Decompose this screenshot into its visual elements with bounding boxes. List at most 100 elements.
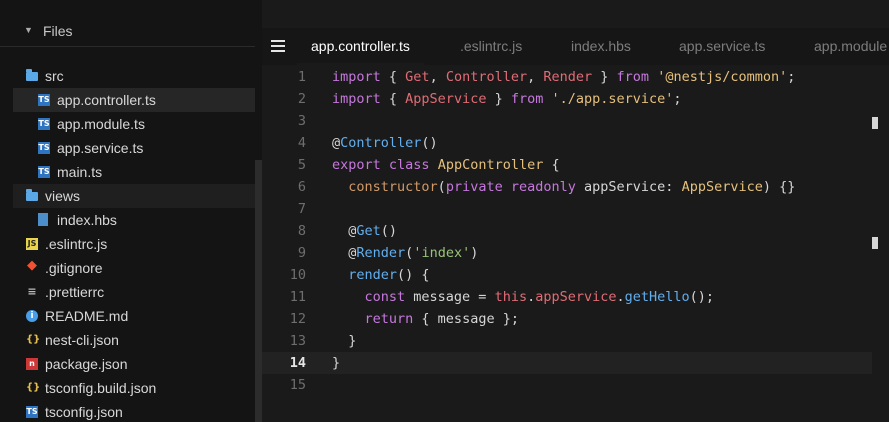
code-token: readonly: [510, 179, 576, 195]
file-explorer-sidebar: ▼ Files src TS app.controller.ts TS app.modu…: [0, 0, 262, 422]
js-file-icon: JS: [26, 238, 38, 250]
tree-item-label: .prettierrc: [45, 284, 105, 300]
ts-file-icon: TS: [26, 406, 38, 418]
code-line[interactable]: 15: [262, 374, 872, 396]
line-source: return { message };: [332, 308, 519, 330]
scrollbar-marker: [872, 237, 878, 249]
line-source: render() {: [332, 264, 429, 286]
code-token: '@nestjs/common': [657, 69, 788, 85]
code-line[interactable]: 8 @Get(): [262, 220, 872, 242]
tree-item-prettierrc[interactable]: ≡ .prettierrc: [13, 280, 255, 304]
code-token: Get: [405, 69, 430, 85]
code-token: import: [332, 69, 381, 85]
tree-item-nest-cli-json[interactable]: {} nest-cli.json: [13, 328, 255, 352]
tree-item-package-json[interactable]: n package.json: [13, 352, 255, 376]
files-section-header[interactable]: ▼ Files: [0, 20, 255, 47]
code-token: Controller: [445, 69, 528, 85]
code-token: { message };: [413, 311, 519, 327]
code-line[interactable]: 5 export class AppController {: [262, 154, 872, 176]
tree-item-tsconfig-json[interactable]: TS tsconfig.json: [13, 400, 255, 422]
tree-item-eslintrc-js[interactable]: JS .eslintrc.js: [13, 232, 255, 256]
line-number: 6: [297, 179, 306, 195]
tree-item-label: package.json: [45, 356, 128, 372]
tree-item-label: .gitignore: [45, 260, 103, 276]
code-line[interactable]: 10 render() {: [262, 264, 872, 286]
code-token: ,: [527, 69, 544, 85]
code-token: (): [421, 135, 438, 151]
tree-item-label: main.ts: [57, 164, 103, 180]
line-number: 1: [297, 69, 306, 85]
tab-eslintrc-js[interactable]: .eslintrc.js: [460, 28, 522, 65]
tab-index-hbs[interactable]: index.hbs: [571, 28, 631, 65]
line-number: 8: [297, 223, 306, 239]
git-icon: ◆: [27, 258, 37, 273]
tree-item-label: app.service.ts: [57, 140, 144, 156]
code-token: (): [380, 223, 398, 239]
line-source: @Render('index'): [332, 242, 478, 264]
hbs-file-icon: [38, 213, 48, 226]
code-token: }: [486, 91, 511, 107]
info-icon: i: [26, 310, 38, 322]
code-token: getHello: [624, 289, 690, 305]
code-token: Render: [356, 245, 406, 261]
tree-item-main-ts[interactable]: TS main.ts: [13, 160, 255, 184]
code-area[interactable]: 1 import { Get, Controller, Render } from…: [262, 66, 889, 422]
code-token: .: [616, 289, 625, 305]
json-icon: {}: [26, 334, 41, 345]
line-number: 11: [289, 289, 306, 305]
code-token: ;: [787, 69, 796, 85]
code-token: Render: [543, 69, 593, 85]
code-line[interactable]: 7: [262, 198, 872, 220]
code-token: ): [470, 245, 479, 261]
tab-app-module[interactable]: app.module: [814, 28, 887, 65]
code-line[interactable]: 3: [262, 110, 872, 132]
code-line[interactable]: 1 import { Get, Controller, Render } from…: [262, 66, 872, 88]
tree-item-app-controller-ts[interactable]: TS app.controller.ts: [13, 88, 255, 112]
hamburger-menu-icon[interactable]: [271, 40, 285, 52]
tree-item-index-hbs[interactable]: index.hbs: [13, 208, 255, 232]
tree-item-app-module-ts[interactable]: TS app.module.ts: [13, 112, 255, 136]
tree-item-label: app.module.ts: [57, 116, 145, 132]
line-number: 3: [297, 113, 306, 129]
line-number: 12: [289, 311, 306, 327]
ts-file-icon: TS: [38, 166, 50, 178]
code-token: @: [332, 135, 341, 151]
code-token: {: [380, 69, 406, 85]
code-token: }: [332, 355, 341, 371]
code-line[interactable]: 14}: [262, 352, 872, 374]
tree-item-src[interactable]: src: [13, 64, 255, 88]
code-token: }: [592, 69, 617, 85]
scrollbar-marker: [872, 117, 878, 129]
tree-item-views[interactable]: views: [13, 184, 255, 208]
code-line[interactable]: 2 import { AppService } from './app.servi…: [262, 88, 872, 110]
prettier-icon: ≡: [27, 285, 37, 298]
code-line[interactable]: 11 const message = this.appService.getHe…: [262, 286, 872, 308]
ts-file-icon: TS: [38, 94, 50, 106]
files-section-title: Files: [43, 23, 73, 39]
code-line[interactable]: 6 constructor(private readonly appServic…: [262, 176, 872, 198]
tree-item-readme-md[interactable]: i README.md: [13, 304, 255, 328]
code-token: ) {}: [762, 179, 796, 195]
tab-app-controller-ts[interactable]: app.controller.ts: [297, 28, 424, 65]
tree-item-label: app.controller.ts: [57, 92, 156, 108]
code-token: AppService: [681, 179, 763, 195]
code-token: from: [510, 91, 544, 107]
line-number: 10: [289, 267, 306, 283]
tab-app-service-ts[interactable]: app.service.ts: [679, 28, 765, 65]
code-token: const: [364, 289, 406, 305]
sidebar-scrollbar[interactable]: [255, 160, 262, 422]
ts-file-icon: TS: [38, 118, 50, 130]
code-line[interactable]: 13 }: [262, 330, 872, 352]
tree-item-tsconfig-build-json[interactable]: {} tsconfig.build.json: [13, 376, 255, 400]
code-line[interactable]: 4 @Controller(): [262, 132, 872, 154]
code-line[interactable]: 12 return { message };: [262, 308, 872, 330]
line-source: @Get(): [332, 220, 397, 242]
tree-item-app-service-ts[interactable]: TS app.service.ts: [13, 136, 255, 160]
code-line[interactable]: 9 @Render('index'): [262, 242, 872, 264]
tree-item-gitignore[interactable]: ◆ .gitignore: [13, 256, 255, 280]
